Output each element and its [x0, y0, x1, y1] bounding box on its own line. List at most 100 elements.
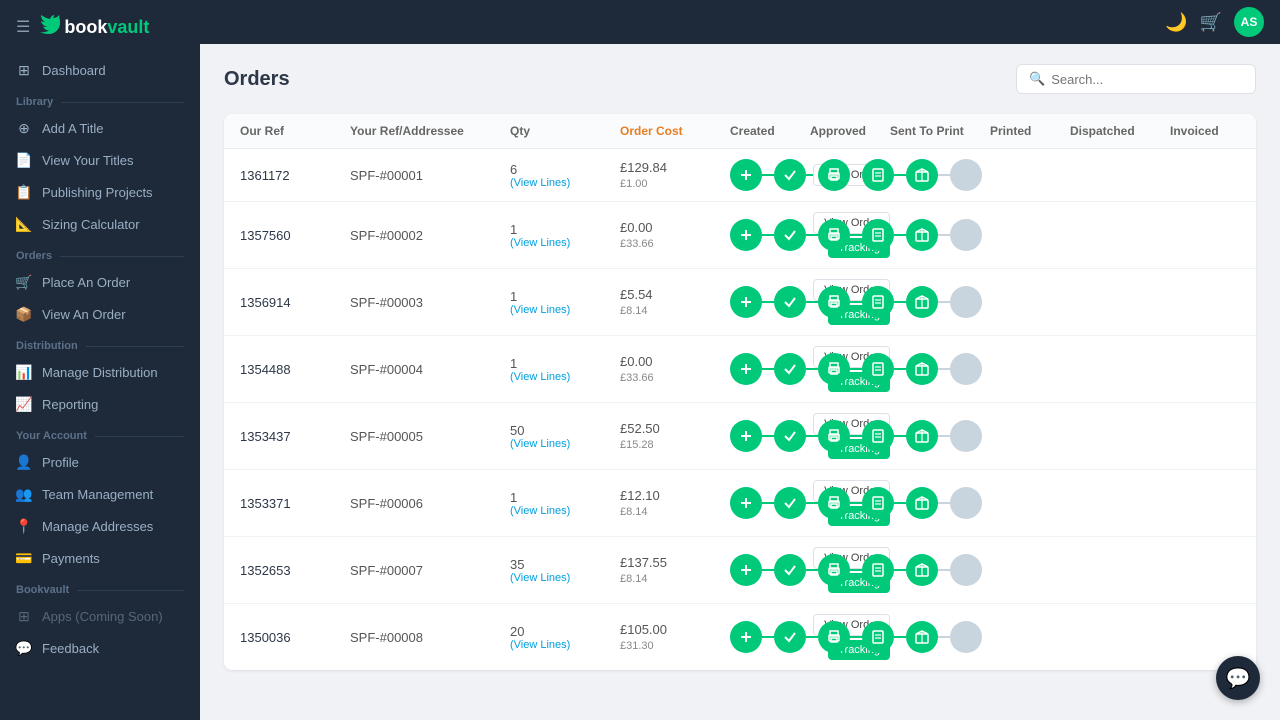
sidebar-item-publishing[interactable]: 📋Publishing Projects — [0, 176, 200, 208]
view-lines-link[interactable]: (View Lines) — [510, 639, 620, 651]
view-lines-link[interactable]: (View Lines) — [510, 177, 620, 189]
order-ref: 1353371 — [240, 496, 350, 511]
sidebar-item-team[interactable]: 👥Team Management — [0, 478, 200, 510]
sidebar-icon-reporting: 📈 — [16, 396, 32, 412]
stage-1 — [774, 219, 806, 251]
pipeline-connector — [938, 569, 950, 571]
table-body: 1361172 SPF-#00001 6(View Lines) £129.84… — [224, 149, 1256, 670]
sidebar-label-apps: Apps (Coming Soon) — [42, 609, 163, 624]
search-icon: 🔍 — [1029, 71, 1045, 87]
table-row: 1353437 SPF-#00005 50(View Lines) £52.50… — [224, 403, 1256, 470]
order-qty: 1(View Lines) — [510, 356, 620, 383]
sidebar-label-publishing: Publishing Projects — [42, 185, 153, 200]
sidebar-item-payments[interactable]: 💳Payments — [0, 542, 200, 574]
order-qty: 6(View Lines) — [510, 162, 620, 189]
stage-3 — [862, 219, 894, 251]
stage-4 — [906, 286, 938, 318]
sidebar-item-place-order[interactable]: 🛒Place An Order — [0, 266, 200, 298]
stage-1 — [774, 286, 806, 318]
stage-2 — [818, 621, 850, 653]
pipeline-connector — [938, 435, 950, 437]
stage-1 — [774, 159, 806, 191]
stage-invoiced — [950, 420, 982, 452]
view-lines-link[interactable]: (View Lines) — [510, 371, 620, 383]
sidebar-section-distribution: Distribution — [0, 330, 200, 356]
stage-invoiced — [950, 219, 982, 251]
pipeline-connector — [894, 636, 906, 638]
sidebar-item-manage-dist[interactable]: 📊 Manage Distribution — [0, 356, 200, 388]
col-approved: Approved — [810, 124, 890, 138]
stage-4 — [906, 219, 938, 251]
pipeline-connector — [894, 368, 906, 370]
pipeline-connector — [762, 234, 774, 236]
sidebar-item-reporting[interactable]: 📈Reporting — [0, 388, 200, 420]
stage-0 — [730, 159, 762, 191]
sidebar-icon-place-order: 🛒 — [16, 274, 32, 290]
order-cost: £0.00£33.66 — [620, 220, 730, 250]
sidebar-item-add-title[interactable]: ⊕Add A Title — [0, 112, 200, 144]
sidebar-label-manage-dist: Manage Distribution — [42, 365, 158, 380]
sidebar-item-sizing[interactable]: 📐Sizing Calculator — [0, 208, 200, 240]
sidebar-section-orders: Orders — [0, 240, 200, 266]
order-ref: 1357560 — [240, 228, 350, 243]
hamburger-icon[interactable]: ☰ — [16, 17, 30, 37]
table-row: 1357560 SPF-#00002 1(View Lines) £0.00£3… — [224, 202, 1256, 269]
order-pipeline — [730, 286, 810, 318]
order-addressee: SPF-#00007 — [350, 563, 510, 578]
stage-invoiced — [950, 159, 982, 191]
stage-2 — [818, 159, 850, 191]
pipeline-connector — [938, 301, 950, 303]
sidebar-item-dashboard[interactable]: ⊞Dashboard — [0, 54, 200, 86]
pipeline-connector — [894, 569, 906, 571]
order-qty: 50(View Lines) — [510, 423, 620, 450]
pipeline-connector — [894, 234, 906, 236]
orders-table: Our Ref Your Ref/Addressee Qty Order Cos… — [224, 114, 1256, 670]
stage-3 — [862, 487, 894, 519]
sidebar-icon-profile: 👤 — [16, 454, 32, 470]
user-avatar[interactable]: AS — [1234, 7, 1264, 37]
view-lines-link[interactable]: (View Lines) — [510, 304, 620, 316]
content-area: Orders 🔍 Our Ref Your Ref/Addressee Qty … — [200, 44, 1280, 720]
sidebar-label-feedback: Feedback — [42, 641, 99, 656]
stage-4 — [906, 554, 938, 586]
theme-toggle-icon[interactable]: 🌙 — [1165, 12, 1187, 33]
pipeline-connector — [762, 636, 774, 638]
stage-1 — [774, 420, 806, 452]
order-ref: 1350036 — [240, 630, 350, 645]
pipeline-connector — [938, 502, 950, 504]
stage-invoiced — [950, 487, 982, 519]
sidebar-icon-manage-dist: 📊 — [16, 364, 32, 380]
order-ref: 1354488 — [240, 362, 350, 377]
search-input[interactable] — [1051, 72, 1243, 87]
order-pipeline — [730, 554, 810, 586]
pipeline-connector — [894, 301, 906, 303]
sidebar-item-apps[interactable]: ⊞Apps (Coming Soon) — [0, 600, 200, 632]
order-addressee: SPF-#00005 — [350, 429, 510, 444]
stage-4 — [906, 621, 938, 653]
stage-0 — [730, 219, 762, 251]
table-row: 1356914 SPF-#00003 1(View Lines) £5.54£8… — [224, 269, 1256, 336]
stage-invoiced — [950, 554, 982, 586]
sidebar-item-view-order[interactable]: 📦View An Order — [0, 298, 200, 330]
stage-3 — [862, 621, 894, 653]
chat-bubble[interactable]: 💬 — [1216, 656, 1260, 700]
sidebar-item-feedback[interactable]: 💬Feedback — [0, 632, 200, 664]
order-addressee: SPF-#00006 — [350, 496, 510, 511]
view-lines-link[interactable]: (View Lines) — [510, 572, 620, 584]
col-our-ref: Our Ref — [240, 124, 350, 138]
sidebar-item-addresses[interactable]: 📍Manage Addresses — [0, 510, 200, 542]
sidebar-icon-team: 👥 — [16, 486, 32, 502]
order-pipeline — [730, 487, 810, 519]
sidebar-item-view-titles[interactable]: 📄View Your Titles — [0, 144, 200, 176]
sidebar: ☰ bookvault ⊞DashboardLibrary⊕Add A Titl… — [0, 0, 200, 720]
logo-text: bookvault — [64, 17, 149, 38]
stage-1 — [774, 353, 806, 385]
view-lines-link[interactable]: (View Lines) — [510, 438, 620, 450]
logo-bird-icon — [38, 14, 60, 40]
cart-icon[interactable]: 🛒 — [1200, 12, 1222, 33]
sidebar-item-profile[interactable]: 👤Profile — [0, 446, 200, 478]
table-row: 1350036 SPF-#00008 20(View Lines) £105.0… — [224, 604, 1256, 670]
view-lines-link[interactable]: (View Lines) — [510, 237, 620, 249]
pipeline-connector — [938, 368, 950, 370]
view-lines-link[interactable]: (View Lines) — [510, 505, 620, 517]
